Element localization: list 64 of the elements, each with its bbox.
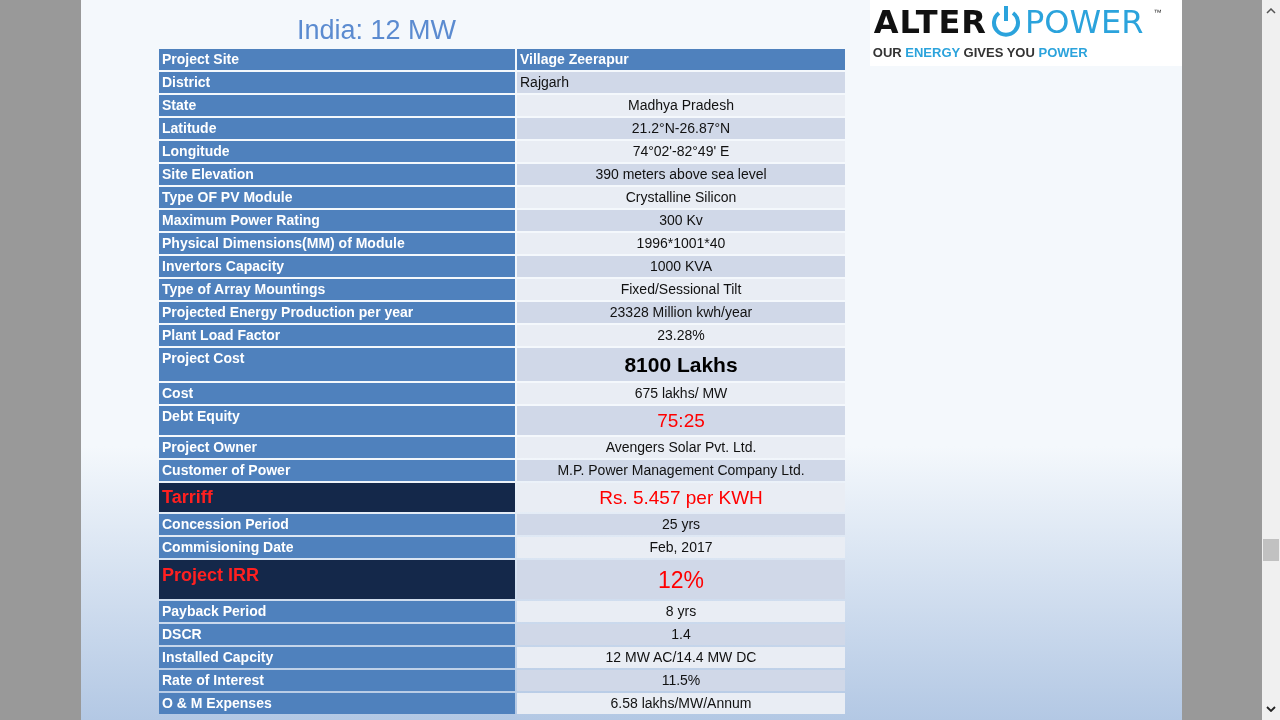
table-cell: Longitude	[159, 141, 515, 162]
scroll-thumb[interactable]	[1263, 539, 1279, 561]
table-cell: District	[159, 72, 515, 93]
table-cell: Crystalline Silicon	[517, 187, 845, 208]
table-cell: Customer of Power	[159, 460, 515, 481]
table-cell: 23328 Million kwh/year	[517, 302, 845, 323]
table-cell: 12 MW AC/14.4 MW DC	[517, 647, 845, 668]
table-cell: Tarriff	[159, 483, 515, 512]
table-cell: Type of Array Mountings	[159, 279, 515, 300]
table-cell: Invertors Capacity	[159, 256, 515, 277]
table-cell: 1996*1001*40	[517, 233, 845, 254]
table-cell: Maximum Power Rating	[159, 210, 515, 231]
table-cell: 6.58 lakhs/MW/Annum	[517, 693, 845, 714]
scrollbar[interactable]	[1262, 0, 1280, 720]
table-cell: 21.2°N-26.87°N	[517, 118, 845, 139]
table-cell: Madhya Pradesh	[517, 95, 845, 116]
table-cell: 675 lakhs/ MW	[517, 383, 845, 404]
table-cell: Rate of Interest	[159, 670, 515, 691]
table-cell: 74°02'-82°49' E	[517, 141, 845, 162]
table-cell: Project Cost	[159, 348, 515, 381]
slide-title: India: 12 MW	[297, 14, 457, 46]
table-cell: Physical Dimensions(MM) of Module	[159, 233, 515, 254]
table-cell: 23.28%	[517, 325, 845, 346]
table-cell: 25 yrs	[517, 514, 845, 535]
table-cell: 12%	[517, 560, 845, 599]
table-cell: Cost	[159, 383, 515, 404]
table-cell: 1.4	[517, 624, 845, 645]
table-cell: Latitude	[159, 118, 515, 139]
table-cell: Rajgarh	[517, 72, 845, 93]
table-cell: Plant Load Factor	[159, 325, 515, 346]
table-cell: DSCR	[159, 624, 515, 645]
table-cell: Fixed/Sessional Tilt	[517, 279, 845, 300]
table-cell: Projected Energy Production per year	[159, 302, 515, 323]
table-cell: Type OF PV Module	[159, 187, 515, 208]
power-icon	[991, 5, 1021, 39]
table-cell: 11.5%	[517, 670, 845, 691]
table-cell: Commisioning Date	[159, 537, 515, 558]
scroll-up-icon[interactable]	[1266, 8, 1276, 14]
table-cell: Feb, 2017	[517, 537, 845, 558]
table-cell: Project IRR	[159, 560, 515, 599]
table-cell: O & M Expenses	[159, 693, 515, 714]
logo-wordmark: POWER	[1025, 3, 1144, 41]
table-cell: Avengers Solar Pvt. Ltd.	[517, 437, 845, 458]
table-cell: Payback Period	[159, 601, 515, 622]
table-cell: M.P. Power Management Company Ltd.	[517, 460, 845, 481]
table-cell: Project Site	[159, 49, 515, 70]
table-cell: Installed Capcity	[159, 647, 515, 668]
table-cell: 8 yrs	[517, 601, 845, 622]
trademark-sign: ™	[1153, 8, 1162, 17]
table-cell: Concession Period	[159, 514, 515, 535]
table-cell: 8100 Lakhs	[517, 348, 845, 381]
table-cell: State	[159, 95, 515, 116]
table-cell: 300 Kv	[517, 210, 845, 231]
logo-tagline: OUR ENERGY GIVES YOU POWER	[871, 44, 1088, 62]
logo-wordmark: ALTER	[873, 3, 987, 41]
table-cell: Debt Equity	[159, 406, 515, 435]
table-cell: 75:25	[517, 406, 845, 435]
table-cell: 390 meters above sea level	[517, 164, 845, 185]
table-cell: 1000 KVA	[517, 256, 845, 277]
scroll-down-icon[interactable]	[1266, 706, 1276, 712]
table-cell: Project Owner	[159, 437, 515, 458]
table-cell: Site Elevation	[159, 164, 515, 185]
table-cell: Rs. 5.457 per KWH	[517, 483, 845, 512]
table-cell: Village Zeerapur	[517, 49, 845, 70]
